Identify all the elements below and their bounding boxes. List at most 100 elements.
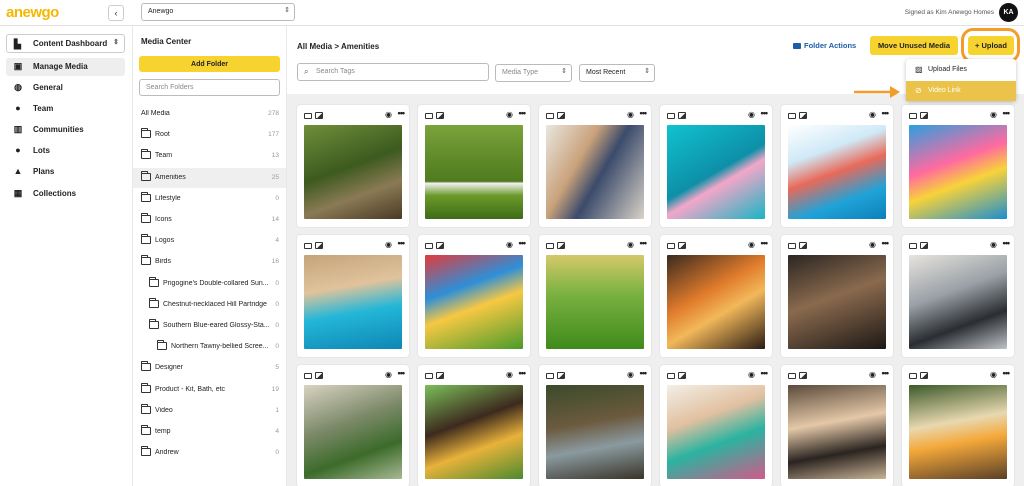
more-options-icon[interactable]: ••• — [882, 238, 890, 248]
folder-row[interactable]: Northern Tawny-bellied Scree... 0 — [133, 337, 286, 357]
more-options-icon[interactable]: ••• — [398, 368, 406, 378]
eye-icon[interactable]: ◉ — [506, 240, 513, 249]
folder-icon[interactable] — [667, 243, 675, 249]
eye-icon[interactable]: ◉ — [627, 110, 634, 119]
dashboard-select[interactable]: ▙ Content Dashboard ⇕ — [6, 34, 125, 53]
media-card[interactable]: ◉ ••• — [418, 365, 530, 486]
media-thumbnail[interactable] — [667, 125, 765, 219]
collapse-sidebar-button[interactable]: ‹ — [108, 5, 124, 21]
media-thumbnail[interactable] — [425, 385, 523, 479]
more-options-icon[interactable]: ••• — [882, 368, 890, 378]
folder-icon[interactable] — [546, 373, 554, 379]
eye-icon[interactable]: ◉ — [990, 240, 997, 249]
more-options-icon[interactable]: ••• — [640, 368, 648, 378]
media-thumbnail[interactable] — [909, 385, 1007, 479]
media-card[interactable]: ◉ ••• — [902, 105, 1014, 227]
folder-row[interactable]: Video 1 — [133, 401, 286, 421]
upload-button[interactable]: + Upload — [968, 36, 1014, 55]
media-card[interactable]: ◉ ••• — [902, 365, 1014, 486]
more-options-icon[interactable]: ••• — [761, 108, 769, 118]
folder-row[interactable]: Amenities 25 — [133, 167, 286, 188]
media-card[interactable]: ◉ ••• — [660, 235, 772, 357]
move-unused-media-button[interactable]: Move Unused Media — [870, 36, 958, 55]
eye-icon[interactable]: ◉ — [748, 110, 755, 119]
folder-icon[interactable] — [788, 243, 796, 249]
more-options-icon[interactable]: ••• — [761, 238, 769, 248]
folder-icon[interactable] — [546, 113, 554, 119]
media-card[interactable]: ◉ ••• — [297, 365, 409, 486]
more-options-icon[interactable]: ••• — [398, 238, 406, 248]
media-thumbnail[interactable] — [304, 125, 402, 219]
media-thumbnail[interactable] — [425, 125, 523, 219]
eye-icon[interactable]: ◉ — [748, 370, 755, 379]
eye-icon[interactable]: ◉ — [385, 370, 392, 379]
upload-files-menu-item[interactable]: ▨ Upload Files — [906, 60, 1016, 80]
folder-row[interactable]: Root 177 — [133, 125, 286, 145]
folder-actions-button[interactable]: Folder Actions — [793, 41, 856, 50]
folder-row[interactable]: Designer 5 — [133, 358, 286, 378]
folder-icon[interactable] — [546, 243, 554, 249]
folder-row[interactable]: Prigogine's Double-collared Sun... 0 — [133, 274, 286, 294]
folder-row[interactable]: Lifestyle 0 — [133, 189, 286, 209]
folder-icon[interactable] — [304, 113, 312, 119]
folder-icon[interactable] — [667, 113, 675, 119]
folder-icon[interactable] — [304, 243, 312, 249]
eye-icon[interactable]: ◉ — [385, 110, 392, 119]
eye-icon[interactable]: ◉ — [990, 110, 997, 119]
nav-item-collections[interactable]: ▦ Collections — [6, 185, 125, 203]
folder-row[interactable]: Product - Kit, Bath, etc 19 — [133, 380, 286, 400]
eye-icon[interactable]: ◉ — [869, 370, 876, 379]
media-card[interactable]: ◉ ••• — [902, 235, 1014, 357]
more-options-icon[interactable]: ••• — [1003, 238, 1011, 248]
media-thumbnail[interactable] — [546, 385, 644, 479]
folder-icon[interactable] — [909, 373, 917, 379]
eye-icon[interactable]: ◉ — [627, 370, 634, 379]
search-tags-input[interactable]: ⌕ Search Tags — [297, 63, 489, 81]
folder-row[interactable]: Logos 4 — [133, 231, 286, 251]
folder-icon[interactable] — [425, 243, 433, 249]
avatar[interactable]: KA — [999, 3, 1018, 22]
media-thumbnail[interactable] — [788, 125, 886, 219]
media-thumbnail[interactable] — [909, 255, 1007, 349]
media-card[interactable]: ◉ ••• — [781, 105, 893, 227]
eye-icon[interactable]: ◉ — [869, 240, 876, 249]
media-card[interactable]: ◉ ••• — [539, 105, 651, 227]
media-card[interactable]: ◉ ••• — [781, 365, 893, 486]
more-options-icon[interactable]: ••• — [640, 238, 648, 248]
media-card[interactable]: ◉ ••• — [781, 235, 893, 357]
eye-icon[interactable]: ◉ — [506, 110, 513, 119]
folder-icon[interactable] — [304, 373, 312, 379]
add-folder-button[interactable]: Add Folder — [139, 56, 280, 72]
media-card[interactable]: ◉ ••• — [660, 365, 772, 486]
media-card[interactable]: ◉ ••• — [418, 235, 530, 357]
media-card[interactable]: ◉ ••• — [539, 235, 651, 357]
more-options-icon[interactable]: ••• — [640, 108, 648, 118]
more-options-icon[interactable]: ••• — [1003, 368, 1011, 378]
more-options-icon[interactable]: ••• — [519, 238, 527, 248]
folder-row[interactable]: All Media 278 — [133, 104, 286, 124]
more-options-icon[interactable]: ••• — [398, 108, 406, 118]
folder-icon[interactable] — [667, 373, 675, 379]
sort-select[interactable]: Most Recent ⇕ — [579, 64, 655, 82]
logo[interactable]: anewgo — [6, 4, 59, 21]
more-options-icon[interactable]: ••• — [882, 108, 890, 118]
media-thumbnail[interactable] — [425, 255, 523, 349]
eye-icon[interactable]: ◉ — [990, 370, 997, 379]
nav-item-communities[interactable]: ▥ Communities — [6, 121, 125, 139]
nav-item-team[interactable]: ● Team — [6, 100, 125, 118]
nav-item-general[interactable]: ◍ General — [6, 79, 125, 97]
more-options-icon[interactable]: ••• — [519, 368, 527, 378]
eye-icon[interactable]: ◉ — [506, 370, 513, 379]
eye-icon[interactable]: ◉ — [385, 240, 392, 249]
media-thumbnail[interactable] — [304, 255, 402, 349]
media-card[interactable]: ◉ ••• — [539, 365, 651, 486]
folder-row[interactable]: Southern Blue-eared Glossy-Sta... 0 — [133, 316, 286, 336]
more-options-icon[interactable]: ••• — [519, 108, 527, 118]
eye-icon[interactable]: ◉ — [748, 240, 755, 249]
more-options-icon[interactable]: ••• — [1003, 108, 1011, 118]
folder-icon[interactable] — [788, 373, 796, 379]
media-thumbnail[interactable] — [546, 125, 644, 219]
nav-item-manage-media[interactable]: ▣ Manage Media — [6, 58, 125, 76]
folder-icon[interactable] — [425, 373, 433, 379]
media-thumbnail[interactable] — [667, 385, 765, 479]
